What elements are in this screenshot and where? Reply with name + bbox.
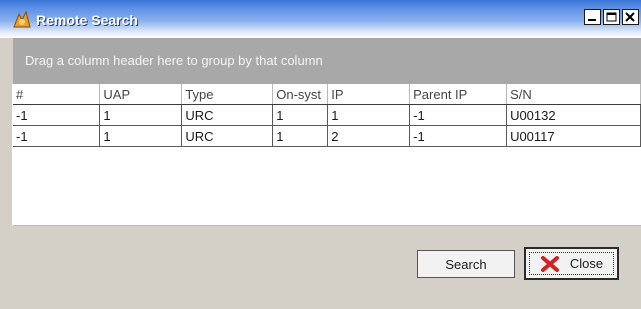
close-button-focus-rect: Close (529, 252, 614, 275)
table-cell[interactable]: 1 (99, 125, 183, 147)
table-row[interactable]: -1 1 URC 1 2 -1 U00117 (13, 125, 641, 147)
search-button[interactable]: Search (417, 250, 515, 278)
search-button-label: Search (445, 256, 487, 272)
title-bar[interactable]: Remote Search (0, 0, 641, 38)
column-header-on-system[interactable]: On-syst (272, 84, 329, 105)
red-x-icon (540, 255, 559, 272)
table-cell[interactable]: -1 (409, 104, 508, 126)
column-header-number[interactable]: # (13, 84, 101, 105)
table-cell[interactable]: -1 (409, 125, 508, 147)
maximize-button[interactable] (603, 9, 620, 25)
group-by-panel[interactable]: Drag a column header here to group by th… (13, 38, 641, 84)
maximize-icon (606, 12, 617, 22)
table-cell[interactable]: URC (181, 125, 274, 147)
table-cell[interactable]: 1 (327, 104, 411, 126)
results-table: # UAP Type On-syst IP Parent IP S/N -1 1… (13, 84, 641, 147)
minimize-button[interactable] (584, 9, 601, 25)
table-cell[interactable]: 1 (272, 125, 329, 147)
column-header-parent-ip[interactable]: Parent IP (409, 84, 508, 105)
table-cell[interactable]: 2 (327, 125, 411, 147)
close-window-button[interactable] (622, 9, 639, 25)
window-title: Remote Search (36, 12, 138, 28)
table-cell[interactable]: 1 (99, 104, 183, 126)
column-header-type[interactable]: Type (181, 84, 274, 105)
table-cell[interactable]: U00117 (506, 125, 641, 147)
header-row: # UAP Type On-syst IP Parent IP S/N (13, 84, 641, 105)
table-cell[interactable]: U00132 (506, 104, 641, 126)
table-row[interactable]: -1 1 URC 1 1 -1 U00132 (13, 104, 641, 126)
results-grid: # UAP Type On-syst IP Parent IP S/N -1 1… (13, 84, 641, 226)
table-cell[interactable]: URC (181, 104, 274, 126)
column-header-ip[interactable]: IP (327, 84, 411, 105)
group-by-hint: Drag a column header here to group by th… (25, 53, 323, 68)
column-header-uap[interactable]: UAP (99, 84, 183, 105)
table-cell[interactable]: -1 (13, 104, 101, 126)
close-button[interactable]: Close (524, 247, 619, 280)
table-cell[interactable]: 1 (272, 104, 329, 126)
app-icon (13, 11, 31, 28)
remote-search-window: Remote Search Drag a column header here … (0, 0, 641, 309)
close-window-icon (625, 12, 635, 22)
column-header-serial-number[interactable]: S/N (506, 84, 641, 105)
minimize-icon (588, 19, 596, 21)
window-controls (584, 9, 641, 25)
table-cell[interactable]: -1 (13, 125, 101, 147)
close-button-label: Close (569, 256, 604, 271)
